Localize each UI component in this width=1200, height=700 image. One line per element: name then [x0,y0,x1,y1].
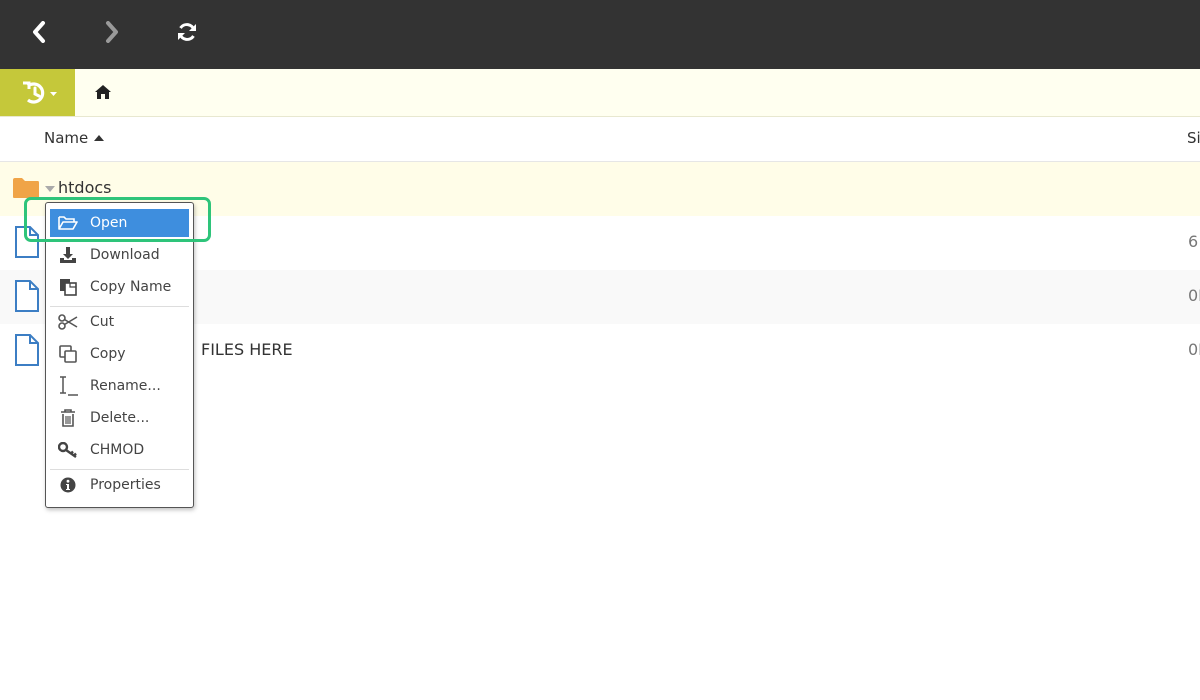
download-icon [57,245,79,265]
chevron-left-icon [33,21,45,43]
home-button[interactable] [92,82,114,102]
back-button[interactable] [24,17,54,47]
file-name: htdocs [58,178,112,197]
file-icon [15,280,39,312]
menu-separator [50,306,189,307]
menu-item-label: Properties [90,477,161,493]
menu-item-chmod[interactable]: CHMOD [50,436,189,464]
name-column-header[interactable]: Name [44,129,105,147]
size-column-label: Si [1187,129,1200,147]
menu-item-label: Copy Name [90,279,172,295]
menu-item-copy[interactable]: Copy [50,340,189,368]
file-icon [15,226,39,258]
menu-item-rename[interactable]: Rename... [50,372,189,400]
path-bar [0,69,1200,117]
key-icon [57,440,79,460]
menu-item-download[interactable]: Download [50,241,189,269]
home-icon [95,85,111,99]
chevron-right-icon [106,21,118,43]
name-column-label: Name [44,129,89,147]
copy-icon [57,344,79,364]
file-name: FILES HERE [201,340,293,359]
menu-item-label: Cut [90,314,115,330]
context-menu: Open Download Copy Name Cut Copy Rename.… [45,202,194,508]
rename-cursor-icon [57,376,79,396]
menu-item-properties[interactable]: Properties [50,471,189,499]
file-size: 0I [1188,286,1200,305]
history-icon [22,81,57,104]
menu-item-label: Rename... [90,378,161,394]
file-list-header: Name Si [0,117,1200,163]
folder-open-icon [57,213,79,233]
trash-icon [57,408,79,428]
scissors-icon [57,312,79,332]
menu-item-open[interactable]: Open [50,209,189,237]
menu-item-cut[interactable]: Cut [50,308,189,336]
folder-icon [13,178,39,198]
forward-button[interactable] [97,17,127,47]
menu-item-label: Copy [90,346,126,362]
menu-item-label: Open [90,215,128,231]
copy-name-icon [57,277,79,297]
menu-item-label: Download [90,247,160,263]
menu-item-copy-name[interactable]: Copy Name [50,273,189,301]
sort-ascending-icon [94,135,105,141]
menu-item-label: Delete... [90,410,150,426]
size-column-header[interactable]: Si [1187,129,1200,147]
file-size: 0I [1188,340,1200,359]
refresh-icon [178,23,196,41]
refresh-button[interactable] [172,17,202,47]
history-dropdown-button[interactable] [0,69,75,116]
menu-separator [50,469,189,470]
file-icon [15,334,39,366]
file-size: 6 [1188,232,1199,251]
top-toolbar [0,0,1200,69]
menu-item-delete[interactable]: Delete... [50,404,189,432]
expand-caret-icon[interactable] [45,186,55,192]
info-icon [57,475,79,495]
menu-item-label: CHMOD [90,442,145,458]
